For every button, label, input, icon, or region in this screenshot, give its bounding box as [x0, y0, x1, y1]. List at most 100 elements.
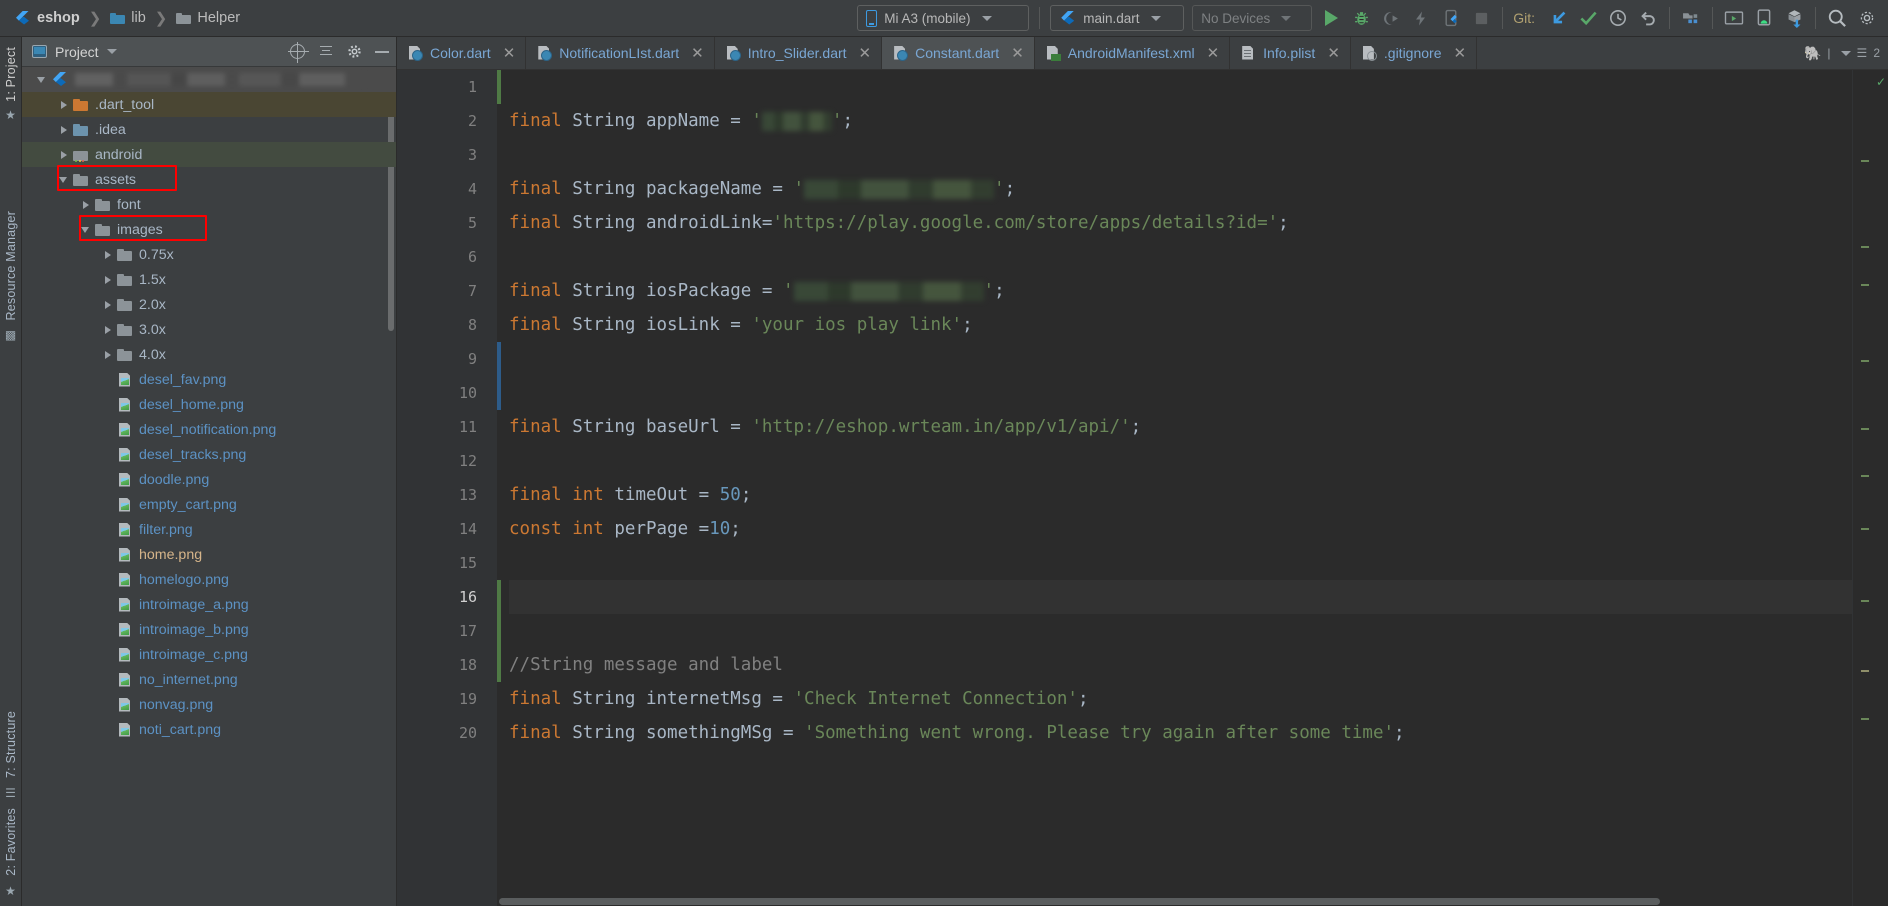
- breadcrumb-item-project[interactable]: eshop: [14, 10, 80, 27]
- stop-button[interactable]: [1466, 4, 1496, 32]
- tree-folder-.idea[interactable]: .idea: [22, 117, 396, 142]
- code-line[interactable]: [509, 444, 1852, 478]
- code-line[interactable]: [509, 138, 1852, 172]
- chevron-right-icon[interactable]: [102, 249, 114, 261]
- code-line[interactable]: [509, 580, 1852, 614]
- tree-folder-assets[interactable]: assets: [22, 167, 396, 192]
- tree-file-noti_cart.png[interactable]: noti_cart.png: [22, 717, 396, 742]
- search-everywhere-button[interactable]: [1822, 4, 1852, 32]
- code-line[interactable]: final String baseUrl = 'http://eshop.wrt…: [509, 410, 1852, 444]
- chevron-right-icon[interactable]: [102, 299, 114, 311]
- code-line[interactable]: //String message and label: [509, 648, 1852, 682]
- favorites-star-icon[interactable]: ★: [4, 108, 18, 122]
- tree-folder-images[interactable]: images: [22, 217, 396, 242]
- sdk-manager-button[interactable]: [1749, 4, 1779, 32]
- undo-button[interactable]: [1633, 4, 1663, 32]
- collapse-all-icon[interactable]: [318, 45, 334, 59]
- git-update-button[interactable]: [1543, 4, 1573, 32]
- editor-tab-.gitignore[interactable]: .gitignore ✕: [1351, 37, 1478, 69]
- tool-window-favorites[interactable]: 2: Favorites: [4, 804, 18, 880]
- close-icon[interactable]: ✕: [691, 44, 704, 62]
- error-marker-gutter[interactable]: [1852, 70, 1874, 906]
- chevron-down-icon[interactable]: [80, 224, 92, 236]
- horizontal-scrollbar[interactable]: [497, 897, 1816, 906]
- settings-button[interactable]: [1852, 4, 1882, 32]
- breadcrumb-item-lib[interactable]: lib: [110, 10, 146, 26]
- code-line[interactable]: const int perPage =10;: [509, 512, 1852, 546]
- tree-folder-root[interactable]: [22, 67, 396, 92]
- run-config-selector[interactable]: main.dart: [1050, 5, 1185, 31]
- editor-tab-AndroidManifest.xml[interactable]: AndroidManifest.xml ✕: [1035, 37, 1231, 69]
- tree-folder-4.0x[interactable]: 4.0x: [22, 342, 396, 367]
- tree-file-desel_tracks.png[interactable]: desel_tracks.png: [22, 442, 396, 467]
- device-selector[interactable]: Mi A3 (mobile): [857, 5, 1030, 31]
- code-line[interactable]: final int timeOut = 50;: [509, 478, 1852, 512]
- tree-file-desel_fav.png[interactable]: desel_fav.png: [22, 367, 396, 392]
- tree-folder-0.75x[interactable]: 0.75x: [22, 242, 396, 267]
- code-line[interactable]: [509, 70, 1852, 104]
- code-line[interactable]: final String iosPackage = ' ';: [509, 274, 1852, 308]
- tree-file-empty_cart.png[interactable]: empty_cart.png: [22, 492, 396, 517]
- run-button[interactable]: [1316, 4, 1346, 32]
- tool-window-resource-manager[interactable]: Resource Manager: [4, 207, 18, 325]
- debug-button[interactable]: [1346, 4, 1376, 32]
- chevron-right-icon[interactable]: [58, 124, 70, 136]
- tab-overflow-group[interactable]: 🐘 | ☰ 2: [1796, 37, 1888, 69]
- close-icon[interactable]: ✕: [1011, 44, 1024, 62]
- tool-window-project[interactable]: 1: Project: [4, 43, 18, 106]
- chevron-down-icon[interactable]: [36, 74, 48, 86]
- tree-folder-2.0x[interactable]: 2.0x: [22, 292, 396, 317]
- code-line[interactable]: [509, 376, 1852, 410]
- star-icon[interactable]: ★: [4, 884, 18, 898]
- editor-tab-Color.dart[interactable]: Color.dart ✕: [397, 37, 527, 69]
- no-devices-selector[interactable]: No Devices: [1192, 5, 1313, 31]
- tool-window-structure[interactable]: 7: Structure: [4, 707, 18, 782]
- tree-file-homelogo.png[interactable]: homelogo.png: [22, 567, 396, 592]
- chevron-right-icon[interactable]: [102, 324, 114, 336]
- tree-file-introimage_c.png[interactable]: introimage_c.png: [22, 642, 396, 667]
- locate-icon[interactable]: [288, 42, 309, 63]
- chevron-down-icon[interactable]: [106, 49, 117, 54]
- chevron-right-icon[interactable]: [102, 274, 114, 286]
- tab-list-icon[interactable]: ☰: [1857, 46, 1868, 60]
- hot-reload-button[interactable]: [1406, 4, 1436, 32]
- project-structure-button[interactable]: [1676, 4, 1706, 32]
- tree-folder-.dart_tool[interactable]: .dart_tool: [22, 92, 396, 117]
- code-line[interactable]: [509, 546, 1852, 580]
- project-tree[interactable]: .dart_tool .idea android assets font images 0.…: [22, 67, 396, 906]
- tree-folder-3.0x[interactable]: 3.0x: [22, 317, 396, 342]
- code-line[interactable]: final String somethingMSg = 'Something w…: [509, 716, 1852, 750]
- tree-file-nonvag.png[interactable]: nonvag.png: [22, 692, 396, 717]
- tree-file-desel_home.png[interactable]: desel_home.png: [22, 392, 396, 417]
- git-history-button[interactable]: [1603, 4, 1633, 32]
- code-content[interactable]: final String appName = ' '; final String p…: [497, 70, 1852, 906]
- tree-file-introimage_a.png[interactable]: introimage_a.png: [22, 592, 396, 617]
- tree-folder-1.5x[interactable]: 1.5x: [22, 267, 396, 292]
- close-icon[interactable]: ✕: [1327, 44, 1340, 62]
- close-icon[interactable]: ✕: [859, 44, 872, 62]
- code-line[interactable]: [509, 240, 1852, 274]
- editor-vertical-scrollbar[interactable]: ✓: [1874, 70, 1888, 906]
- gear-icon[interactable]: [347, 44, 362, 59]
- avd-manager-button[interactable]: [1719, 4, 1749, 32]
- close-icon[interactable]: ✕: [503, 44, 516, 62]
- chevron-down-icon[interactable]: [1840, 50, 1851, 56]
- chevron-right-icon[interactable]: [80, 199, 92, 211]
- tree-folder-android[interactable]: android: [22, 142, 396, 167]
- flutter-device-button[interactable]: [1436, 4, 1466, 32]
- editor-tab-Intro_Slider.dart[interactable]: Intro_Slider.dart ✕: [715, 37, 883, 69]
- gradle-sync-button[interactable]: [1779, 4, 1809, 32]
- tree-file-no_internet.png[interactable]: no_internet.png: [22, 667, 396, 692]
- tree-file-filter.png[interactable]: filter.png: [22, 517, 396, 542]
- breadcrumb-item-helper[interactable]: Helper: [176, 10, 240, 26]
- close-icon[interactable]: ✕: [1453, 44, 1466, 62]
- chevron-down-icon[interactable]: [58, 174, 70, 186]
- code-line[interactable]: final String internetMsg = 'Check Intern…: [509, 682, 1852, 716]
- chevron-right-icon[interactable]: [58, 99, 70, 111]
- structure-icon[interactable]: ☰: [4, 786, 18, 800]
- git-commit-button[interactable]: [1573, 4, 1603, 32]
- code-line[interactable]: final String iosLink = 'your ios play li…: [509, 308, 1852, 342]
- code-line[interactable]: final String appName = ' ';: [509, 104, 1852, 138]
- code-line[interactable]: final String androidLink='https://play.g…: [509, 206, 1852, 240]
- chevron-right-icon[interactable]: [58, 149, 70, 161]
